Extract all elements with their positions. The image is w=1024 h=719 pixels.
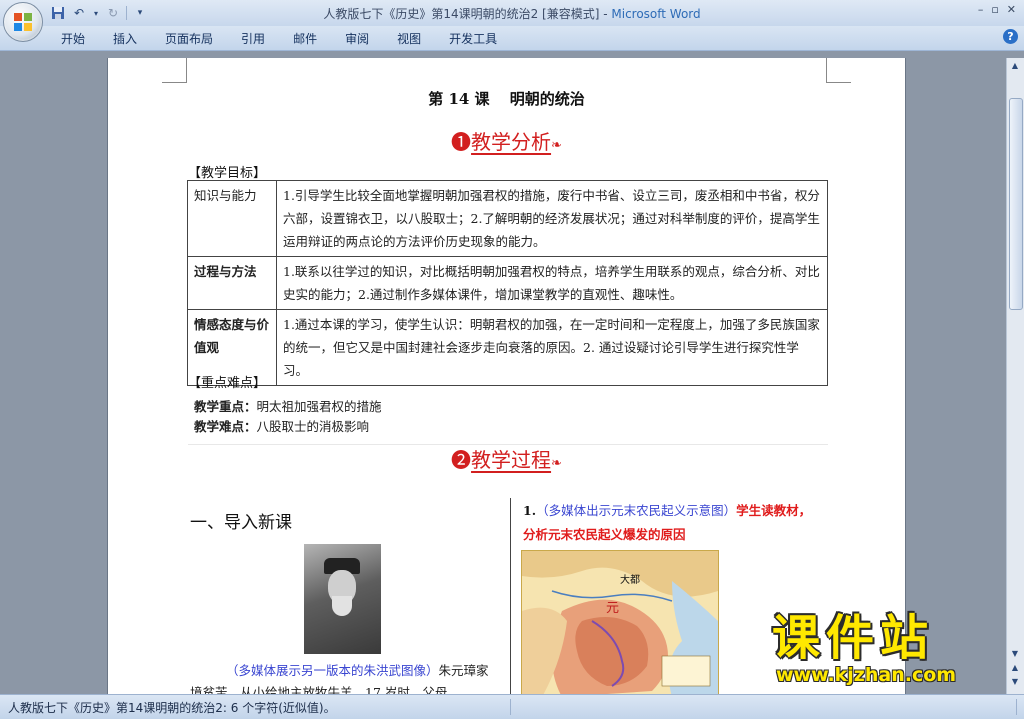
- table-row: 过程与方法 1.联系以往学过的知识，对比概括明朝加强君权的特点，培养学生用联系的…: [187, 256, 828, 310]
- watermark-logo: 课件站 www.kjzhan.com: [772, 612, 956, 686]
- tab-insert[interactable]: 插入: [99, 30, 151, 48]
- goal-text: 1.联系以往学过的知识，对比概括明朝加强君权的特点，培养学生用联系的观点，综合分…: [276, 256, 828, 310]
- ribbon-tab-row: 开始 插入 页面布局 引用 邮件 审阅 视图 开发工具 ?: [0, 26, 1024, 51]
- portrait-caption: （多媒体展示另一版本的朱洪武图像）朱元璋家境贫苦，从小给地主放牧牛羊，17 岁时…: [190, 660, 495, 694]
- vertical-scrollbar[interactable]: ▲ ▼ ▲ ▼: [1006, 58, 1024, 694]
- goal-text: 1.通过本课的学习，使学生认识：明朝君权的加强，在一定时间和一定程度上，加强了多…: [276, 309, 828, 386]
- tab-view[interactable]: 视图: [383, 30, 435, 48]
- flourish-icon: ❧: [551, 138, 562, 153]
- help-icon[interactable]: ?: [1003, 29, 1018, 44]
- document-page[interactable]: 第 14 课 明朝的统治 ❶教学分析❧ 【教学目标】 知识与能力 1.引导学生比…: [107, 58, 906, 694]
- goal-key: 知识与能力: [187, 180, 277, 257]
- map-label-yuan: 元: [606, 601, 620, 616]
- scroll-up-icon[interactable]: ▲: [1009, 60, 1021, 72]
- goal-text: 1.引导学生比较全面地掌握明朝加强君权的措施，废行中书省、设立三司，废丞相和中书…: [276, 180, 828, 257]
- status-separator: [510, 699, 511, 715]
- office-button[interactable]: [3, 2, 43, 42]
- caption-media-note: （多媒体展示另一版本的朱洪武图像）: [226, 663, 439, 678]
- tab-references[interactable]: 引用: [227, 30, 279, 48]
- restore-button[interactable]: ▫: [991, 3, 998, 16]
- close-button[interactable]: ✕: [1007, 3, 1016, 16]
- flourish-icon: ❧: [551, 456, 562, 471]
- section-number-badge: ❶: [451, 130, 472, 154]
- minimize-button[interactable]: –: [978, 3, 984, 16]
- teaching-goals-table: 知识与能力 1.引导学生比较全面地掌握明朝加强君权的措施，废行中书省、设立三司，…: [187, 180, 828, 386]
- portrait-beard: [332, 596, 352, 616]
- status-text: 人教版七下《历史》第14课明朝的统治2: 6 个字符(近似值)。: [8, 701, 336, 715]
- section-heading-analysis: ❶教学分析❧: [108, 126, 905, 155]
- difficulty-text: 八股取士的消极影响: [256, 419, 370, 434]
- next-page-icon[interactable]: ▼: [1009, 676, 1021, 688]
- activity-number: 1.: [523, 503, 537, 518]
- table-row: 情感态度与价值观 1.通过本课的学习，使学生认识：明朝君权的加强，在一定时间和一…: [187, 309, 828, 386]
- ribbon-tabs: 开始 插入 页面布局 引用 邮件 审阅 视图 开发工具: [47, 30, 511, 48]
- key-point-text: 明太祖加强君权的措施: [256, 399, 382, 414]
- watermark-url: www.kjzhan.com: [776, 664, 957, 686]
- crop-mark-top-right: [826, 58, 851, 83]
- status-bar: 人教版七下《历史》第14课明朝的统治2: 6 个字符(近似值)。: [0, 694, 1024, 719]
- goal-key: 过程与方法: [187, 256, 277, 310]
- status-separator: [1016, 699, 1017, 715]
- window-controls: – ▫ ✕: [978, 3, 1016, 16]
- tab-review[interactable]: 审阅: [331, 30, 383, 48]
- app-name: Microsoft Word: [611, 7, 701, 21]
- tab-home[interactable]: 开始: [47, 30, 99, 48]
- watermark-text: 课件站: [772, 610, 935, 666]
- office-logo-icon: [14, 13, 32, 31]
- previous-page-icon[interactable]: ▲: [1009, 662, 1021, 674]
- table-row: 知识与能力 1.引导学生比较全面地掌握明朝加强君权的措施，废行中书省、设立三司，…: [187, 180, 828, 257]
- key-point-label: 教学重点：: [194, 399, 257, 414]
- section-heading-process: ❷教学过程❧: [108, 444, 905, 473]
- map-label-capital: 大都: [620, 575, 640, 586]
- keypoints-label: 【重点难点】: [188, 376, 267, 391]
- intro-heading: 一、导入新课: [190, 513, 292, 533]
- activity-instruction: 1.（多媒体出示元末农民起义示意图）学生读教材，分析元末农民起义爆发的原因: [523, 499, 823, 547]
- activity-media-note: （多媒体出示元末农民起义示意图）: [536, 503, 737, 518]
- tab-page-layout[interactable]: 页面布局: [151, 30, 227, 48]
- scroll-down-icon[interactable]: ▼: [1009, 648, 1021, 660]
- goals-label: 【教学目标】: [188, 166, 267, 181]
- section-title: 教学分析: [471, 130, 552, 154]
- lesson-title: 第 14 课 明朝的统治: [428, 90, 585, 108]
- key-point-line: 教学重点：明太祖加强君权的措施: [194, 396, 382, 415]
- crop-mark-top-left: [162, 58, 187, 83]
- column-divider: [510, 498, 511, 694]
- title-bar: ↶ ▾ ↻ ▾ 人教版七下《历史》第14课明朝的统治2 [兼容模式] - Mic…: [0, 0, 1024, 26]
- tab-mailings[interactable]: 邮件: [279, 30, 331, 48]
- difficulty-label: 教学难点：: [194, 419, 257, 434]
- scroll-thumb[interactable]: [1009, 98, 1023, 310]
- section-title: 教学过程: [471, 448, 552, 472]
- zhu-yuanzhang-portrait: [304, 544, 381, 654]
- window-title: 人教版七下《历史》第14课明朝的统治2 [兼容模式] - Microsoft W…: [0, 5, 1024, 22]
- section-number-badge: ❷: [451, 448, 472, 472]
- document-title: 人教版七下《历史》第14课明朝的统治2 [兼容模式] -: [323, 7, 612, 21]
- tab-developer[interactable]: 开发工具: [435, 30, 511, 48]
- yuan-peasant-uprising-map: 大都 元: [521, 550, 719, 694]
- difficulty-line: 教学难点：八股取士的消极影响: [194, 416, 369, 435]
